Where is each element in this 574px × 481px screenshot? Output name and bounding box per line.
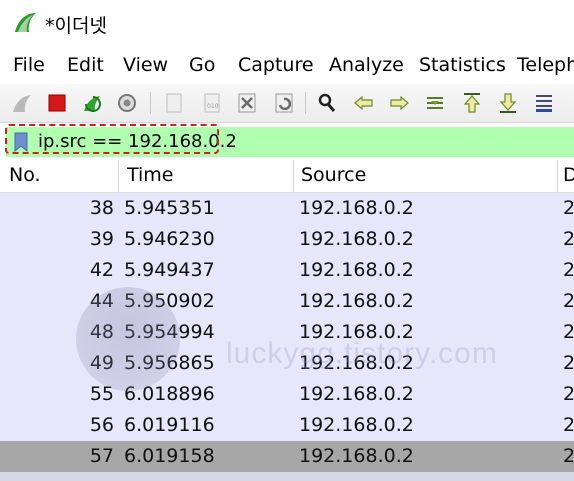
menu-view[interactable]: View	[123, 54, 168, 76]
table-row[interactable]: 38 5.945351 192.168.0.2 2	[0, 193, 574, 224]
find-packet-icon[interactable]	[313, 89, 341, 117]
window-title: *이더넷	[45, 15, 107, 37]
cell-destination: 2	[563, 197, 574, 219]
cell-source: 192.168.0.2	[299, 228, 414, 250]
cell-time: 5.945351	[124, 197, 215, 219]
cell-time: 6.019158	[124, 445, 215, 467]
table-row[interactable]	[0, 472, 574, 481]
table-row[interactable]: 39 5.946230 192.168.0.2 2	[0, 224, 574, 255]
cell-no: 56	[89, 414, 114, 436]
column-header-no[interactable]: No.	[9, 164, 41, 186]
cell-time: 6.019116	[124, 414, 215, 436]
go-forward-icon[interactable]	[385, 89, 413, 117]
cell-no: 55	[89, 383, 114, 405]
column-header-source[interactable]: Source	[301, 164, 366, 186]
svg-text:010: 010	[207, 103, 219, 110]
packet-list-header: No. Time Source D	[0, 160, 574, 193]
table-row-selected[interactable]: 57 6.019158 192.168.0.2 2	[0, 441, 574, 472]
menu-file[interactable]: File	[13, 54, 45, 76]
cell-time: 5.949437	[124, 259, 215, 281]
filter-highlight-box	[5, 124, 219, 154]
cell-source: 192.168.0.2	[299, 290, 414, 312]
menu-capture[interactable]: Capture	[238, 54, 314, 76]
reload-icon[interactable]	[270, 89, 298, 117]
cell-no: 39	[89, 228, 114, 250]
cell-destination: 2	[563, 414, 574, 436]
shark-fin-start-icon[interactable]	[8, 89, 36, 117]
cell-destination: 2	[563, 383, 574, 405]
go-to-packet-icon[interactable]	[421, 89, 449, 117]
menu-analyze[interactable]: Analyze	[329, 54, 404, 76]
go-last-icon[interactable]	[494, 89, 522, 117]
table-row[interactable]: 55 6.018896 192.168.0.2 2	[0, 379, 574, 410]
cell-destination: 2	[563, 259, 574, 281]
table-row[interactable]: 42 5.949437 192.168.0.2 2	[0, 255, 574, 286]
cell-no: 42	[89, 259, 114, 281]
menu-statistics[interactable]: Statistics	[419, 54, 506, 76]
cell-no: 38	[89, 197, 114, 219]
options-gear-icon[interactable]	[113, 89, 141, 117]
menu-go[interactable]: Go	[189, 54, 215, 76]
column-header-destination[interactable]: D	[563, 164, 574, 186]
column-header-time[interactable]: Time	[127, 164, 174, 186]
title-bar: *이더넷	[0, 0, 574, 46]
table-row[interactable]: 56 6.019116 192.168.0.2 2	[0, 410, 574, 441]
cell-destination: 2	[563, 228, 574, 250]
cell-destination: 2	[563, 352, 574, 374]
cell-destination: 2	[563, 290, 574, 312]
cell-source: 192.168.0.2	[299, 383, 414, 405]
wireshark-app-icon	[15, 13, 36, 32]
close-file-icon[interactable]	[233, 89, 261, 117]
watermark-avatar	[76, 287, 180, 391]
save-file-icon[interactable]: 010	[198, 89, 226, 117]
cell-source: 192.168.0.2	[299, 197, 414, 219]
cell-source: 192.168.0.2	[299, 259, 414, 281]
watermark-text: luckygg.tistory.com	[226, 337, 498, 370]
cell-no: 57	[89, 445, 114, 467]
cell-time: 5.946230	[124, 228, 215, 250]
autoscroll-icon[interactable]	[530, 89, 558, 117]
go-back-icon[interactable]	[350, 89, 378, 117]
cell-destination: 2	[563, 445, 574, 467]
menu-telephony[interactable]: Telephony	[517, 54, 574, 76]
cell-source: 192.168.0.2	[299, 445, 414, 467]
cell-destination: 2	[563, 321, 574, 343]
main-toolbar: 010	[0, 84, 574, 123]
restart-icon[interactable]	[78, 89, 106, 117]
stop-icon[interactable]	[43, 89, 71, 117]
open-file-icon[interactable]	[160, 89, 188, 117]
cell-source: 192.168.0.2	[299, 414, 414, 436]
menu-edit[interactable]: Edit	[67, 54, 104, 76]
go-first-icon[interactable]	[458, 89, 486, 117]
menu-bar: File Edit View Go Capture Analyze Statis…	[0, 46, 574, 84]
